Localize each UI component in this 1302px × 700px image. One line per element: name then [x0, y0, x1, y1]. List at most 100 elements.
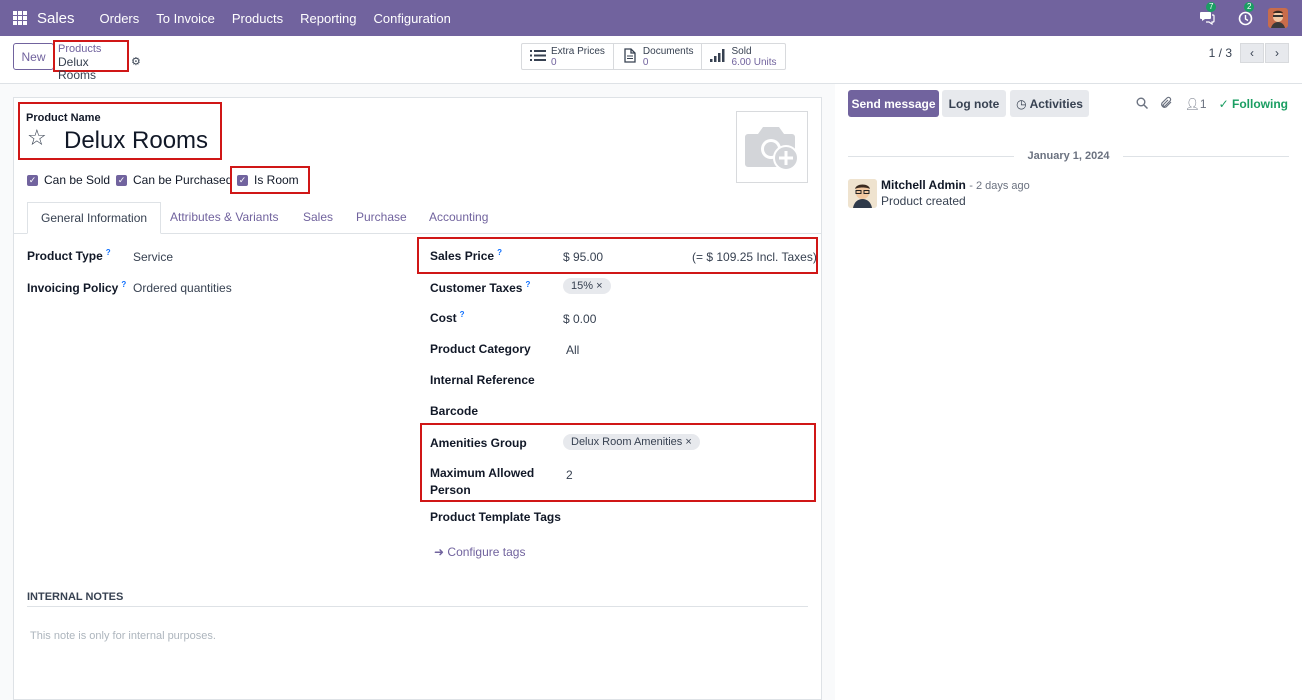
document-icon — [622, 47, 638, 66]
app-name[interactable]: Sales — [37, 10, 75, 27]
main-menu: Orders To Invoice Products Reporting Con… — [83, 11, 451, 26]
is-room-label: Is Room — [254, 173, 299, 187]
message-body: Product created — [881, 194, 966, 208]
tab-sales[interactable]: Sales — [303, 210, 333, 224]
gear-icon[interactable]: ⚙ — [131, 55, 141, 68]
is-room-checkbox[interactable]: ✓ Is Room — [237, 173, 299, 187]
product-category-field[interactable]: All — [566, 343, 579, 357]
paperclip-icon[interactable] — [1160, 96, 1173, 112]
customer-taxes-label: Customer Taxes? — [430, 280, 531, 295]
activities-button[interactable]: ◷ Activities — [1010, 90, 1089, 117]
form-tabs: General Information Attributes & Variant… — [14, 202, 821, 234]
menu-configuration[interactable]: Configuration — [374, 11, 451, 26]
sold-value: 6.00 Units — [731, 56, 777, 68]
can-be-purchased-checkbox[interactable]: ✓ Can be Purchased — [116, 173, 232, 187]
chevron-right-icon[interactable]: › — [1265, 43, 1289, 63]
send-message-button[interactable]: Send message — [848, 90, 939, 117]
product-type-field[interactable]: Service — [133, 250, 173, 264]
log-note-button[interactable]: Log note — [942, 90, 1006, 117]
followers-button[interactable]: 👤︎1 — [1185, 97, 1207, 111]
activity-clock-icon[interactable]: 2 — [1236, 2, 1255, 27]
invoicing-policy-field[interactable]: Ordered quantities — [133, 281, 232, 295]
activity-count-badge: 2 — [1244, 2, 1255, 12]
help-icon[interactable]: ? — [497, 248, 502, 257]
remove-tag-icon[interactable]: × — [596, 280, 602, 292]
user-avatar[interactable] — [1268, 8, 1288, 28]
product-category-label: Product Category — [430, 342, 531, 356]
product-image[interactable] — [736, 111, 808, 183]
checkbox-checked-icon: ✓ — [27, 174, 38, 186]
star-icon[interactable]: ☆ — [27, 126, 47, 150]
pager-value[interactable]: 1 / 3 — [1209, 46, 1232, 60]
chatter-panel: Send message Log note ◷ Activities 👤︎1 ✓ … — [835, 84, 1302, 700]
tab-purchase[interactable]: Purchase — [356, 210, 407, 224]
documents-label: Documents — [642, 45, 694, 57]
tab-general-information[interactable]: General Information — [27, 202, 162, 234]
author-avatar[interactable] — [848, 179, 877, 208]
internal-reference-label: Internal Reference — [430, 373, 535, 387]
can-be-purchased-label: Can be Purchased — [133, 173, 233, 187]
tab-attributes-variants[interactable]: Attributes & Variants — [170, 210, 279, 224]
internal-notes-heading: INTERNAL NOTES — [27, 591, 124, 603]
help-icon[interactable]: ? — [525, 280, 530, 289]
camera-plus-icon — [745, 127, 799, 171]
barcode-label: Barcode — [430, 404, 479, 418]
user-icon: 👤︎ — [1184, 97, 1200, 111]
max-person-label-line1: Maximum Allowed — [430, 466, 535, 480]
menu-to-invoice[interactable]: To Invoice — [156, 11, 215, 26]
apps-grid-icon[interactable] — [13, 11, 27, 25]
menu-reporting[interactable]: Reporting — [300, 11, 356, 26]
extra-prices-button[interactable]: Extra Prices 0 — [522, 44, 614, 69]
breadcrumb-current: Delux Rooms — [58, 55, 97, 82]
following-button[interactable]: ✓ Following — [1219, 97, 1288, 111]
date-separator: January 1, 2024 — [848, 149, 1290, 163]
max-person-field[interactable]: 2 — [566, 468, 573, 482]
product-name-field[interactable]: Delux Rooms — [64, 127, 208, 155]
configure-tags-link[interactable]: ➜ Configure tags — [434, 545, 525, 559]
breadcrumb: Products Delux Rooms — [53, 40, 129, 82]
clock-icon: ◷ — [1016, 96, 1027, 111]
can-be-sold-label: Can be Sold — [44, 173, 111, 187]
product-type-label: Product Type? — [27, 248, 111, 263]
max-person-label-line2: Person — [430, 483, 471, 497]
control-panel: New Products Delux Rooms ⚙ Extra Prices … — [0, 36, 1302, 84]
check-icon: ✓ — [1218, 97, 1229, 111]
amenities-group-label: Amenities Group — [430, 436, 527, 450]
help-icon[interactable]: ? — [121, 280, 126, 289]
remove-tag-icon[interactable]: × — [685, 436, 691, 448]
documents-value: 0 — [642, 56, 649, 68]
top-navbar: Sales Orders To Invoice Products Reporti… — [0, 0, 1302, 36]
invoicing-policy-label: Invoicing Policy? — [27, 280, 127, 295]
amenities-tag[interactable]: Delux Room Amenities × — [563, 434, 700, 450]
sales-price-field[interactable]: $ 95.00 — [563, 250, 603, 264]
extra-prices-label: Extra Prices — [551, 45, 605, 57]
smart-buttons: Extra Prices 0 Documents 0 Sold 6.00 Uni… — [521, 43, 786, 70]
form-sheet — [13, 97, 822, 700]
notes-divider — [27, 606, 808, 607]
chatter-tools: 👤︎1 ✓ Following — [1124, 96, 1288, 112]
template-tags-label: Product Template Tags — [430, 510, 561, 524]
can-be-sold-checkbox[interactable]: ✓ Can be Sold — [27, 173, 110, 187]
pager: 1 / 3 ‹ › — [1209, 43, 1289, 63]
documents-button[interactable]: Documents 0 — [614, 44, 703, 69]
cost-label: Cost? — [430, 310, 465, 325]
menu-products[interactable]: Products — [232, 11, 283, 26]
extra-prices-value: 0 — [551, 56, 557, 68]
cost-field[interactable]: $ 0.00 — [563, 312, 596, 326]
chat-icon[interactable]: 7 — [1198, 2, 1217, 27]
sales-price-incl-taxes: (= $ 109.25 Incl. Taxes) — [692, 250, 817, 264]
sales-price-label: Sales Price? — [430, 248, 502, 263]
help-icon[interactable]: ? — [460, 310, 465, 319]
menu-orders[interactable]: Orders — [100, 11, 140, 26]
internal-notes-field[interactable]: This note is only for internal purposes. — [30, 630, 216, 642]
bar-chart-icon — [710, 48, 726, 65]
tab-accounting[interactable]: Accounting — [429, 210, 488, 224]
arrow-right-icon: ➜ — [434, 545, 445, 559]
search-icon[interactable] — [1136, 97, 1148, 112]
help-icon[interactable]: ? — [106, 248, 111, 257]
tax-tag[interactable]: 15% × — [563, 278, 611, 294]
chevron-left-icon[interactable]: ‹ — [1240, 43, 1264, 63]
sold-button[interactable]: Sold 6.00 Units — [702, 44, 784, 69]
new-button[interactable]: New — [13, 43, 54, 70]
list-icon — [530, 49, 546, 65]
